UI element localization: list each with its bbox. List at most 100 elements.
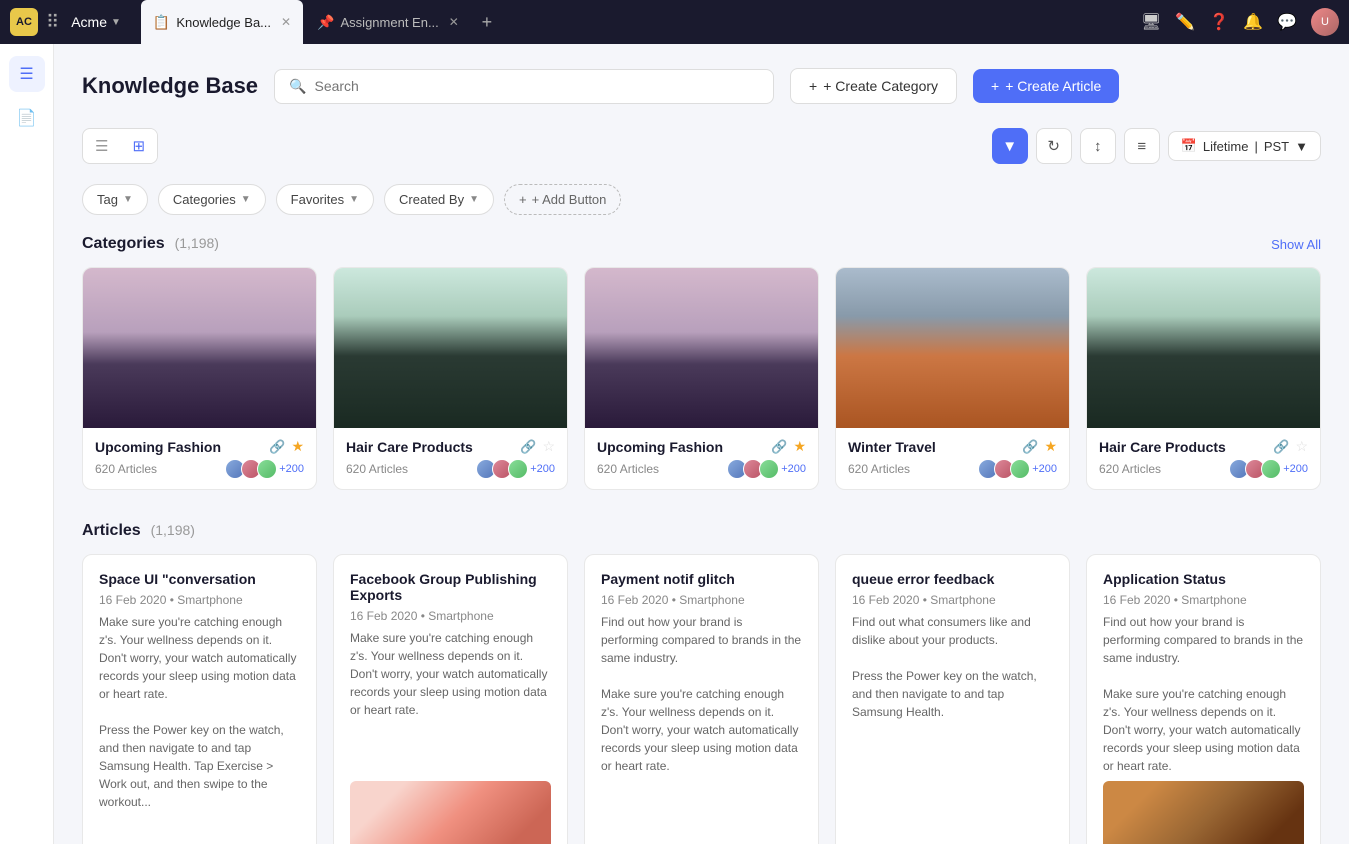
category-card-5-link-icon[interactable]: 🔗	[1273, 439, 1289, 455]
category-card-3-avatar-count: +200	[781, 463, 806, 475]
category-card-2-star[interactable]: ☆	[542, 438, 555, 455]
category-card-1[interactable]: Upcoming Fashion 🔗 ★ 620 Articles +200	[82, 267, 317, 490]
sort-button[interactable]: ↕	[1080, 128, 1116, 164]
category-card-1-image	[83, 268, 316, 428]
filter-tag[interactable]: Tag ▼	[82, 184, 148, 215]
workspace-selector[interactable]: Acme ▼	[71, 14, 121, 30]
apps-grid-icon[interactable]: ⠿	[46, 12, 59, 33]
tab-kb-label: Knowledge Ba...	[176, 15, 271, 30]
tab-kb-icon: 📋	[153, 14, 170, 31]
tab-ae-icon: 📌	[317, 14, 334, 31]
user-avatar[interactable]: U	[1311, 8, 1339, 36]
article-4-meta: 16 Feb 2020 • Smartphone	[852, 593, 1053, 607]
help-icon[interactable]: ❓	[1209, 12, 1229, 32]
category-card-5-articles: 620 Articles	[1099, 462, 1161, 476]
category-card-3-avatars: +200	[727, 459, 806, 479]
sidebar-item-doc[interactable]: 📄	[9, 100, 45, 136]
add-filter-button[interactable]: + + Add Button	[504, 184, 621, 215]
sidebar-item-list[interactable]: ☰	[9, 56, 45, 92]
category-card-3-link-icon[interactable]: 🔗	[771, 439, 787, 455]
notification-icon[interactable]: 🔔	[1243, 12, 1263, 32]
app-logo[interactable]: AC	[10, 8, 38, 36]
category-card-4-avatar-count: +200	[1032, 463, 1057, 475]
main-content: Knowledge Base 🔍 + + Create Category + +…	[54, 44, 1349, 844]
article-card-2[interactable]: Facebook Group Publishing Exports 16 Feb…	[333, 554, 568, 844]
create-article-button[interactable]: + + Create Article	[973, 69, 1119, 103]
create-category-button[interactable]: + + Create Category	[790, 68, 957, 104]
workspace-name: Acme	[71, 14, 107, 30]
filter-categories[interactable]: Categories ▼	[158, 184, 266, 215]
article-2-body: Make sure you're catching enough z's. Yo…	[350, 629, 551, 775]
filter-created-by[interactable]: Created By ▼	[384, 184, 494, 215]
tab-ae-label: Assignment En...	[341, 15, 439, 30]
category-card-3-star[interactable]: ★	[793, 438, 806, 455]
category-card-4-title: Winter Travel	[848, 439, 1016, 455]
article-4-body: Find out what consumers like and dislike…	[852, 613, 1053, 844]
filter-tag-chevron: ▼	[123, 194, 133, 205]
filter-favorites-label: Favorites	[291, 192, 344, 207]
filter-favorites[interactable]: Favorites ▼	[276, 184, 374, 215]
avatar-3	[1261, 459, 1281, 479]
avatar-3	[759, 459, 779, 479]
tab-knowledge-base[interactable]: 📋 Knowledge Ba... ✕	[141, 0, 303, 44]
workspace-chevron-icon: ▼	[111, 17, 121, 28]
avatar-3	[1010, 459, 1030, 479]
category-card-2-link-icon[interactable]: 🔗	[520, 439, 536, 455]
refresh-button[interactable]: ↻	[1036, 128, 1072, 164]
filter-categories-label: Categories	[173, 192, 236, 207]
page-header: Knowledge Base 🔍 + + Create Category + +…	[82, 68, 1321, 104]
category-card-1-star[interactable]: ★	[291, 438, 304, 455]
categories-count: (1,198)	[175, 235, 219, 251]
search-input[interactable]	[314, 78, 759, 94]
articles-grid: Space UI "conversation 16 Feb 2020 • Sma…	[82, 554, 1321, 844]
chat-icon[interactable]: 💬	[1277, 12, 1297, 32]
article-card-5[interactable]: Application Status 16 Feb 2020 • Smartph…	[1086, 554, 1321, 844]
app-layout: ☰ 📄 Knowledge Base 🔍 + + Create Category…	[0, 44, 1349, 844]
category-card-5-avatar-count: +200	[1283, 463, 1308, 475]
article-card-1[interactable]: Space UI "conversation 16 Feb 2020 • Sma…	[82, 554, 317, 844]
category-card-4-avatars: +200	[978, 459, 1057, 479]
filter-created-by-label: Created By	[399, 192, 464, 207]
filter-button[interactable]: ▼	[992, 128, 1028, 164]
category-card-4-link-icon[interactable]: 🔗	[1022, 439, 1038, 455]
category-card-3-image	[585, 268, 818, 428]
add-filter-label: + Add Button	[532, 192, 607, 207]
article-2-title: Facebook Group Publishing Exports	[350, 571, 551, 603]
tab-assignment-engine[interactable]: 📌 Assignment En... ✕	[305, 0, 471, 44]
categories-section-header: Categories (1,198) Show All	[82, 235, 1321, 253]
article-5-body: Find out how your brand is performing co…	[1103, 613, 1304, 775]
add-tab-button[interactable]: +	[473, 8, 501, 36]
add-filter-icon: +	[519, 192, 527, 207]
filter-categories-chevron: ▼	[241, 194, 251, 205]
timezone-label: PST	[1264, 139, 1289, 154]
article-2-image	[350, 781, 551, 844]
lifetime-selector[interactable]: 📅 Lifetime | PST ▼	[1168, 131, 1321, 161]
separator: |	[1254, 139, 1257, 154]
category-card-2[interactable]: Hair Care Products 🔗 ☆ 620 Articles +200	[333, 267, 568, 490]
create-article-label: + Create Article	[1005, 78, 1101, 94]
category-card-1-articles: 620 Articles	[95, 462, 157, 476]
list-view-button[interactable]: ☰	[83, 129, 120, 163]
group-button[interactable]: ≡	[1124, 128, 1160, 164]
category-card-1-link-icon[interactable]: 🔗	[269, 439, 285, 455]
category-card-5[interactable]: Hair Care Products 🔗 ☆ 620 Articles +200	[1086, 267, 1321, 490]
category-card-1-avatar-count: +200	[279, 463, 304, 475]
article-card-4[interactable]: queue error feedback 16 Feb 2020 • Smart…	[835, 554, 1070, 844]
grid-view-button[interactable]: ⊞	[120, 129, 157, 163]
category-card-4[interactable]: Winter Travel 🔗 ★ 620 Articles +200	[835, 267, 1070, 490]
nav-actions: 🖥 ✏️ ❓ 🔔 💬 U	[1141, 8, 1339, 36]
filter-favorites-chevron: ▼	[349, 194, 359, 205]
page-title: Knowledge Base	[82, 73, 258, 99]
category-card-4-star[interactable]: ★	[1044, 438, 1057, 455]
category-card-3[interactable]: Upcoming Fashion 🔗 ★ 620 Articles +200	[584, 267, 819, 490]
show-all-categories-button[interactable]: Show All	[1271, 237, 1321, 252]
category-card-5-star[interactable]: ☆	[1295, 438, 1308, 455]
tab-kb-close-icon[interactable]: ✕	[281, 15, 291, 29]
article-card-3[interactable]: Payment notif glitch 16 Feb 2020 • Smart…	[584, 554, 819, 844]
lifetime-label: Lifetime	[1203, 139, 1249, 154]
search-bar[interactable]: 🔍	[274, 69, 774, 104]
tab-ae-close-icon[interactable]: ✕	[449, 15, 459, 29]
article-1-title: Space UI "conversation	[99, 571, 300, 587]
screen-icon[interactable]: 🖥	[1141, 12, 1161, 32]
edit-icon[interactable]: ✏️	[1175, 12, 1195, 32]
